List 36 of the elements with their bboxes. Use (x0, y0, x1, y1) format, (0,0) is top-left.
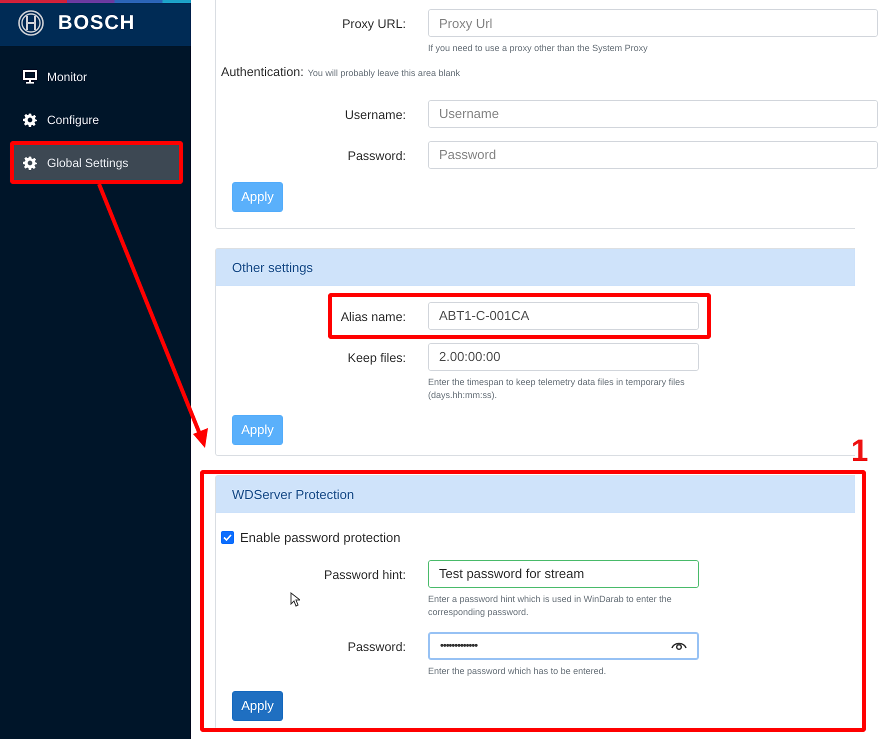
field-label: Alias name: (340, 308, 406, 326)
brand-name: BOSCH (58, 11, 136, 36)
card-header: WDServer Protection (216, 476, 855, 513)
field-label: Username: (344, 106, 406, 124)
help-text: Enter a password hint which is used in WinDarab to enter the corresponding password. (428, 592, 673, 619)
field-label: Keep files: (346, 350, 406, 367)
password-field[interactable]: ••••••••••••• (428, 632, 699, 660)
checkbox[interactable] (221, 530, 234, 544)
input-field[interactable]: Test password for stream (428, 560, 699, 588)
input-field[interactable]: Password (428, 140, 878, 169)
checkbox-label: Enable password protection (240, 528, 400, 547)
gear-icon (23, 112, 37, 126)
help-text: Enter the password which has to be entered. (428, 664, 608, 678)
field-label: Password: (346, 148, 406, 165)
annotation-number: 1 (851, 432, 868, 470)
input-field[interactable]: Username (428, 100, 878, 128)
help-text: You will probably leave this area blank (308, 67, 460, 80)
card-header: Other settings (216, 248, 855, 286)
field-label: Password: (346, 638, 406, 656)
eye-icon[interactable] (671, 640, 687, 652)
apply-button[interactable]: Apply (232, 690, 283, 721)
section-label: Authentication: (221, 64, 304, 81)
help-text: If you need to use a proxy other than the System Proxy (428, 42, 649, 55)
input-field[interactable]: ABT1-C-001CA (428, 302, 699, 330)
sidebar-item[interactable]: Configure (14, 102, 180, 137)
field-label: Password hint: (323, 566, 406, 584)
gear-icon (23, 156, 37, 170)
logo-icon (18, 10, 44, 36)
input-field[interactable]: Proxy Url (428, 9, 878, 37)
mouse-cursor-icon (290, 592, 300, 607)
monitor-icon (23, 70, 37, 84)
password-value: ••••••••••••• (440, 638, 478, 654)
help-text: Enter the timespan to keep telemetry data files in temporary files (days.hh:mm:ss). (428, 376, 686, 402)
input-field[interactable]: 2.00:00:00 (428, 342, 699, 371)
field-label: Proxy URL: (341, 16, 406, 33)
sidebar-item[interactable]: Monitor (14, 59, 180, 94)
